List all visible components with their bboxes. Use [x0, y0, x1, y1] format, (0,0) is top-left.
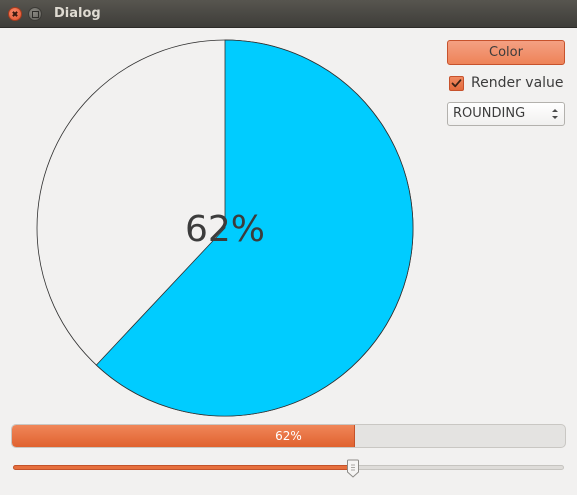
render-value-checkbox[interactable] — [449, 76, 464, 91]
spin-arrows-icon — [552, 109, 558, 119]
color-button[interactable]: Color — [447, 40, 565, 65]
pie-value-label: 62% — [185, 209, 265, 250]
window-title: Dialog — [54, 6, 101, 21]
progress-label: 62% — [275, 429, 302, 443]
title-bar[interactable]: Dialog — [0, 0, 577, 28]
close-icon[interactable] — [8, 7, 22, 21]
rounding-value: ROUNDING — [453, 106, 526, 121]
rounding-combobox[interactable]: ROUNDING — [447, 102, 565, 126]
maximize-icon[interactable] — [28, 7, 42, 21]
checkmark-icon — [451, 79, 462, 88]
slider-fill — [13, 465, 353, 470]
dialog-window: Dialog 62% Color Render value ROUNDING 6… — [0, 0, 577, 495]
render-value-label[interactable]: Render value — [471, 75, 564, 91]
pie-chart: 62% — [36, 39, 414, 417]
progress-bar: 62% — [11, 424, 566, 448]
slider-handle-icon[interactable] — [346, 459, 360, 478]
